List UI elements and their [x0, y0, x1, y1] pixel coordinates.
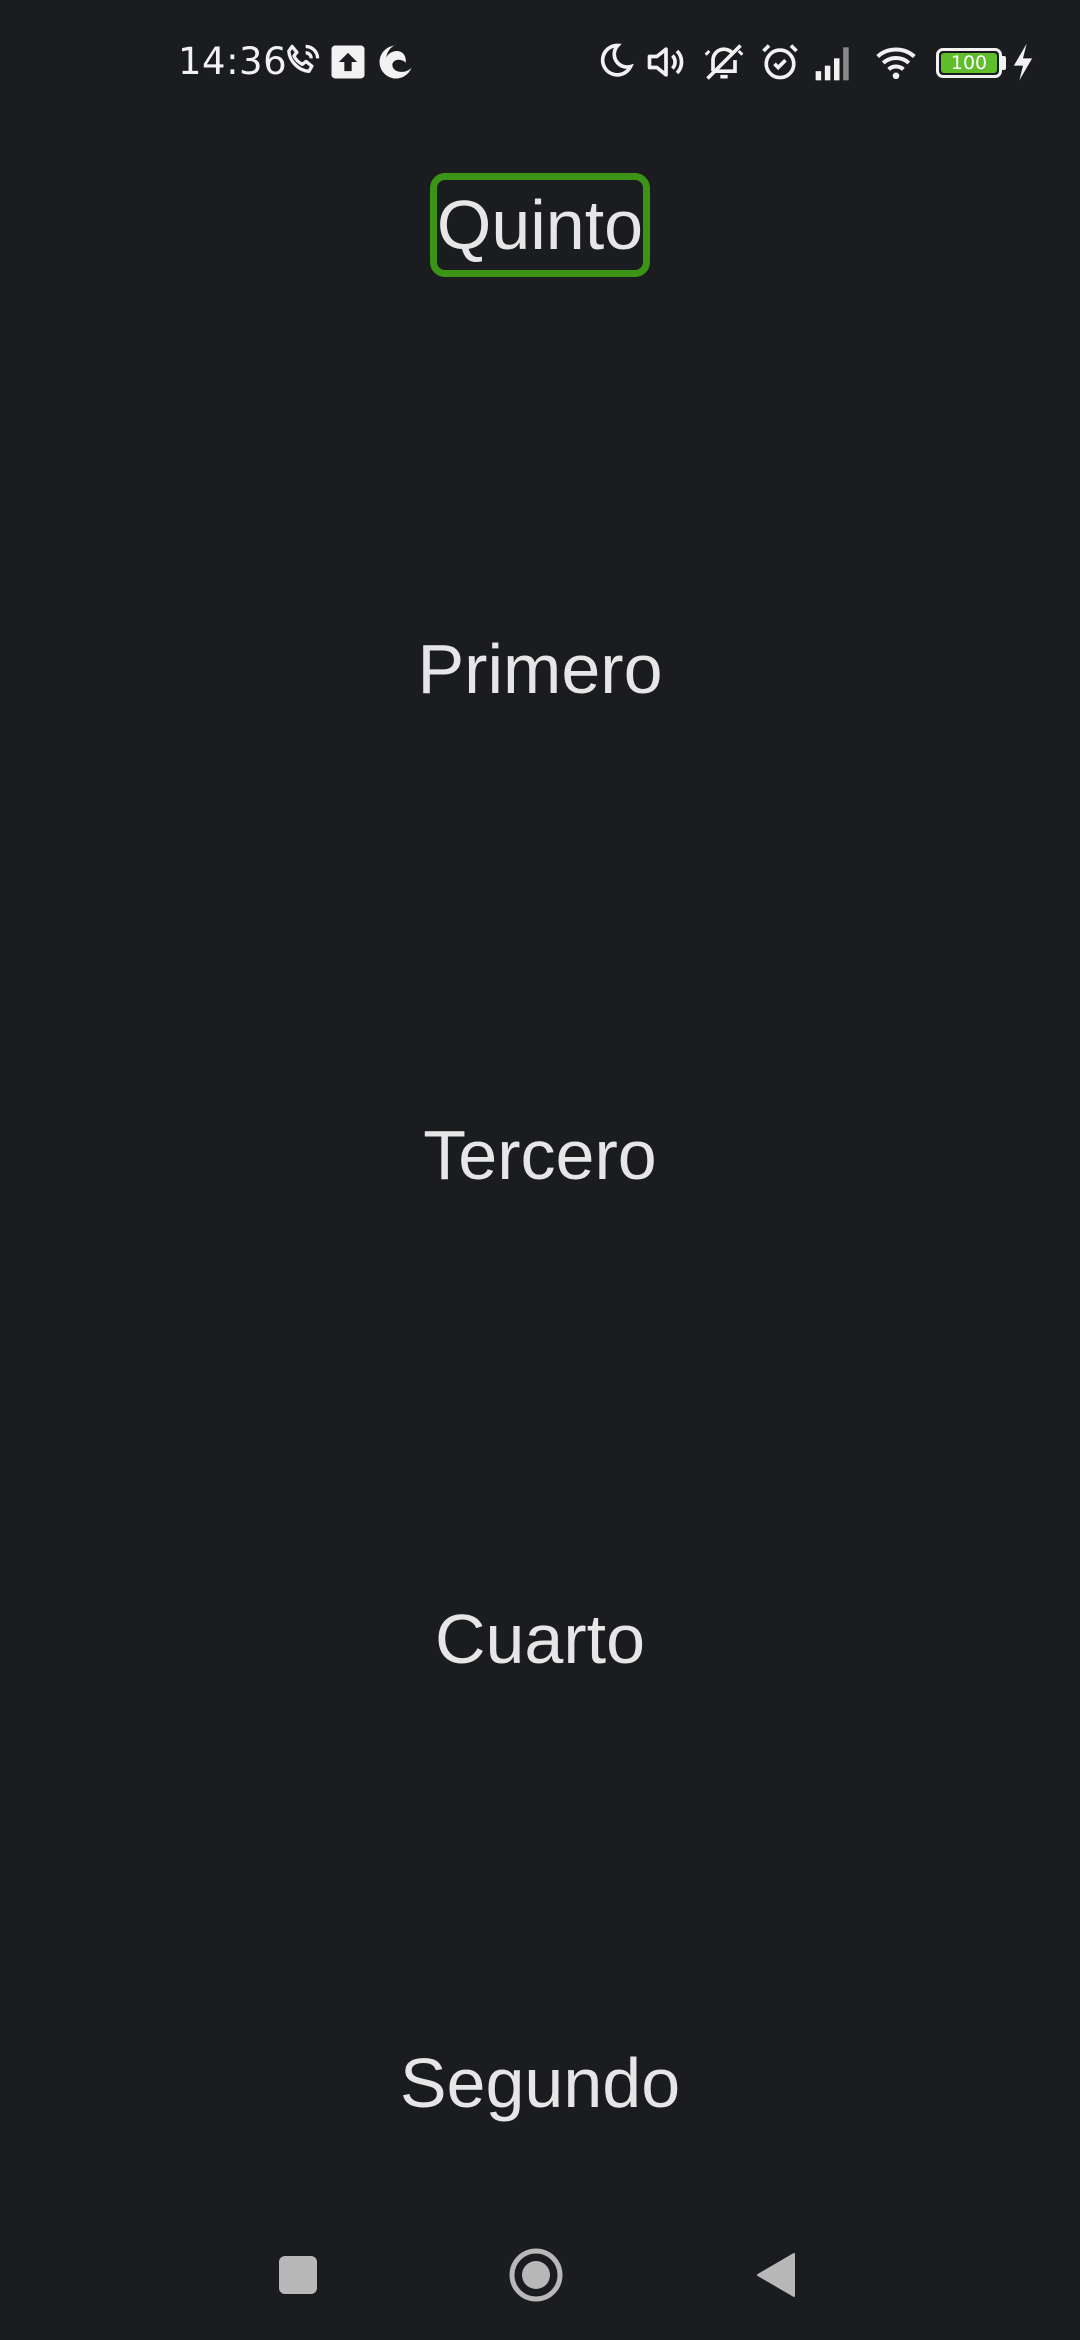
- status-time: 14:36: [178, 40, 288, 83]
- triangle-back-icon: [757, 2253, 795, 2297]
- recents-button[interactable]: [258, 2220, 338, 2330]
- moon-icon: [592, 40, 636, 84]
- phone-call-icon: [280, 40, 324, 84]
- alarm-icon: [758, 40, 802, 84]
- list-item-label: Quinto: [429, 173, 651, 277]
- list-item-label: Primero: [417, 630, 663, 708]
- list-item-label: Cuarto: [434, 1600, 646, 1678]
- square-icon: [279, 2256, 317, 2294]
- battery-level: 100: [950, 52, 988, 74]
- list-item-label: Segundo: [399, 2044, 681, 2122]
- battery-icon: 100: [936, 48, 1002, 78]
- navigation-bar: [0, 2220, 1080, 2340]
- battery-cap: [1002, 56, 1006, 70]
- list-item-primero[interactable]: Primero: [0, 624, 1080, 714]
- charging-icon: [1010, 40, 1036, 84]
- circle-icon: [509, 2248, 563, 2302]
- list-item-cuarto[interactable]: Cuarto: [0, 1594, 1080, 1684]
- wifi-icon: [874, 40, 918, 84]
- home-button[interactable]: [496, 2220, 576, 2330]
- edge-browser-icon: [374, 40, 418, 84]
- battery-fill: 100: [941, 53, 997, 73]
- upload-icon: [326, 40, 370, 84]
- list-item-label: Tercero: [423, 1116, 657, 1194]
- status-bar: 14:36 100: [0, 0, 1080, 124]
- list-item-quinto[interactable]: Quinto: [0, 173, 1080, 277]
- list-item-segundo[interactable]: Segundo: [0, 2038, 1080, 2128]
- back-button[interactable]: [736, 2220, 816, 2330]
- bell-off-icon: [702, 40, 746, 84]
- signal-icon: [812, 40, 856, 84]
- list-item-tercero[interactable]: Tercero: [0, 1110, 1080, 1200]
- volume-icon: [644, 40, 688, 84]
